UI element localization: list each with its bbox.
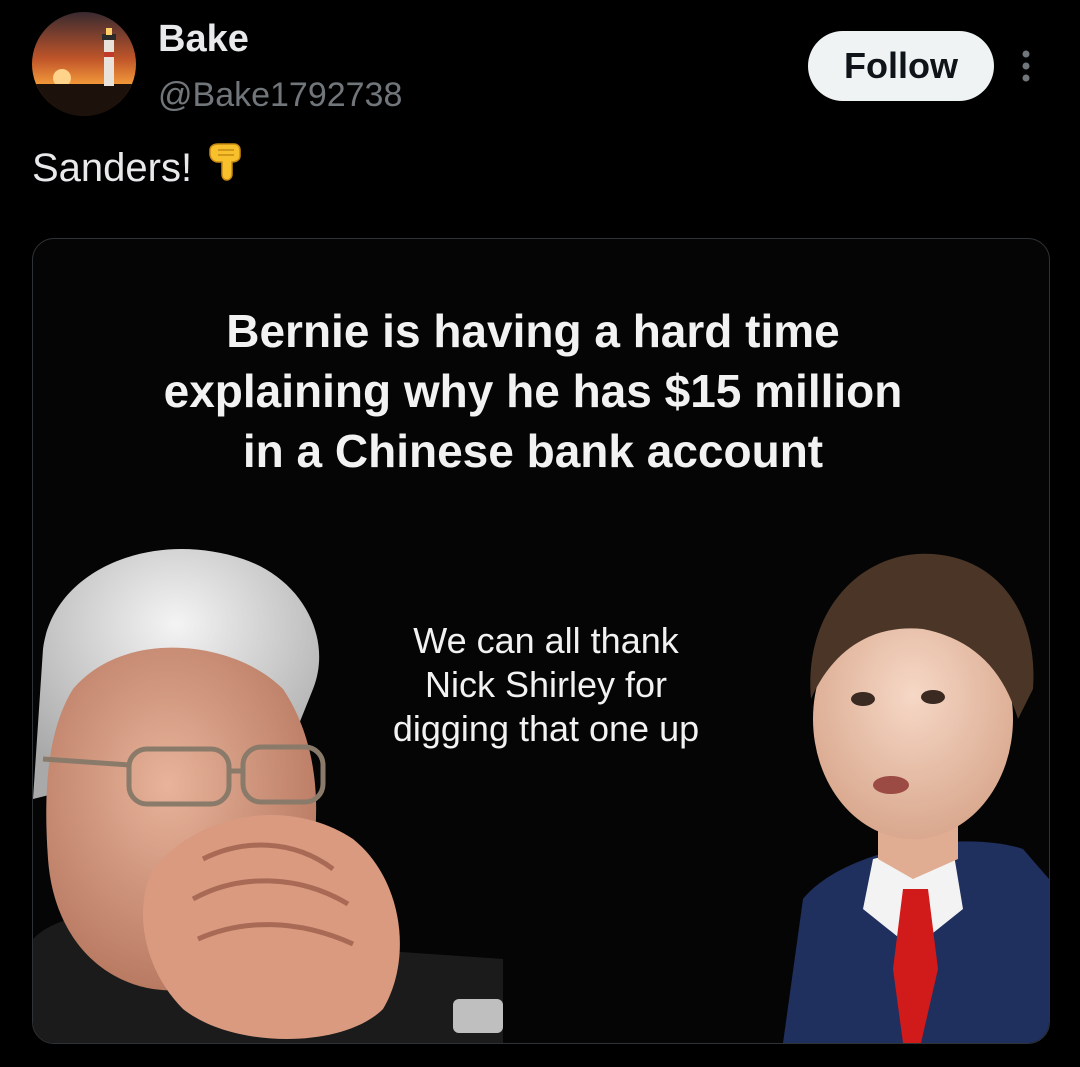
meme-subtext: We can all thank Nick Shirley for diggin…	[351, 619, 741, 751]
meme-headline-line: Bernie is having a hard time	[226, 305, 840, 357]
backhand-index-pointing-down-emoji	[206, 140, 246, 195]
photo-young-man	[763, 549, 1049, 1043]
display-name[interactable]: Bake	[158, 16, 249, 62]
meme-headline-line: in a Chinese bank account	[242, 425, 824, 477]
photo-older-man	[33, 539, 533, 1043]
meme-headline: Bernie is having a hard time explaining …	[33, 301, 1033, 481]
meme-subtext-line: digging that one up	[392, 708, 700, 749]
follow-button[interactable]: Follow	[808, 31, 994, 101]
tweet-text: Sanders!	[32, 142, 246, 195]
meme-subtext-line: We can all thank	[413, 620, 679, 661]
more-vertical-icon[interactable]	[1010, 46, 1042, 86]
user-handle[interactable]: @Bake1792738	[158, 74, 402, 116]
avatar[interactable]	[32, 12, 136, 116]
meme-subtext-line: Nick Shirley for	[424, 664, 668, 705]
meme-headline-line: explaining why he has $15 million	[163, 365, 903, 417]
lighthouse-sunset-avatar	[32, 12, 136, 116]
tweet-text-content: Sanders!	[32, 146, 193, 190]
media-card[interactable]: Bernie is having a hard time explaining …	[32, 238, 1050, 1044]
